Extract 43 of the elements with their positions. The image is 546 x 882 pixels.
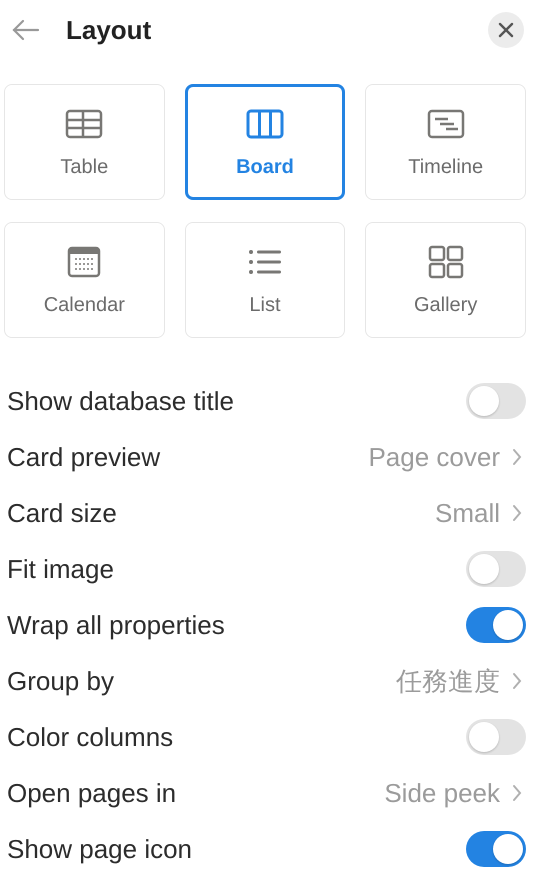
layout-label: Gallery bbox=[414, 294, 478, 316]
layout-option[interactable]: Board bbox=[184, 84, 346, 200]
layout-label: Board bbox=[236, 156, 294, 178]
layout-option[interactable]: Calendar bbox=[4, 222, 165, 338]
toggle-switch[interactable] bbox=[466, 719, 526, 755]
toggle-switch[interactable] bbox=[466, 831, 526, 867]
setting-value: Page cover bbox=[368, 442, 500, 472]
setting-label: Wrap all properties bbox=[7, 610, 225, 640]
setting-value: Small bbox=[434, 498, 500, 528]
panel-title: Layout bbox=[66, 14, 152, 46]
setting-label: Show database title bbox=[7, 386, 234, 416]
setting-dropdown[interactable]: Side peek bbox=[384, 778, 526, 808]
setting-label: Card preview bbox=[7, 442, 160, 472]
layout-option[interactable]: Timeline bbox=[365, 84, 526, 200]
arrow-left-icon bbox=[12, 19, 40, 41]
setting-label: Show page icon bbox=[7, 834, 192, 864]
setting-label: Open pages in bbox=[7, 778, 176, 808]
setting-label: Group by bbox=[7, 666, 114, 696]
setting-dropdown[interactable]: Small bbox=[434, 498, 526, 528]
setting-label: Color columns bbox=[7, 722, 174, 752]
setting-value: Side peek bbox=[384, 778, 500, 808]
layout-label: List bbox=[249, 294, 281, 316]
layout-option[interactable]: Table bbox=[4, 84, 165, 200]
layout-label: Timeline bbox=[408, 156, 484, 178]
chevron-right-icon bbox=[512, 504, 522, 522]
layout-label: Table bbox=[60, 156, 108, 178]
chevron-right-icon bbox=[512, 448, 522, 466]
toggle-switch[interactable] bbox=[466, 383, 526, 419]
back-button[interactable] bbox=[12, 19, 40, 41]
toggle-switch[interactable] bbox=[466, 551, 526, 587]
setting-dropdown[interactable]: 任務進度 bbox=[396, 664, 526, 698]
setting-label: Card size bbox=[7, 498, 117, 528]
layout-option[interactable]: Gallery bbox=[365, 222, 526, 338]
chevron-right-icon bbox=[512, 672, 522, 690]
toggle-switch[interactable] bbox=[466, 607, 526, 643]
close-button[interactable] bbox=[488, 12, 524, 48]
close-icon bbox=[498, 22, 514, 38]
setting-label: Fit image bbox=[7, 554, 114, 584]
layout-label: Calendar bbox=[44, 294, 125, 316]
setting-dropdown[interactable]: Page cover bbox=[368, 442, 526, 472]
chevron-right-icon bbox=[512, 784, 522, 802]
setting-value: 任務進度 bbox=[396, 664, 500, 698]
layout-option[interactable]: List bbox=[184, 222, 346, 338]
